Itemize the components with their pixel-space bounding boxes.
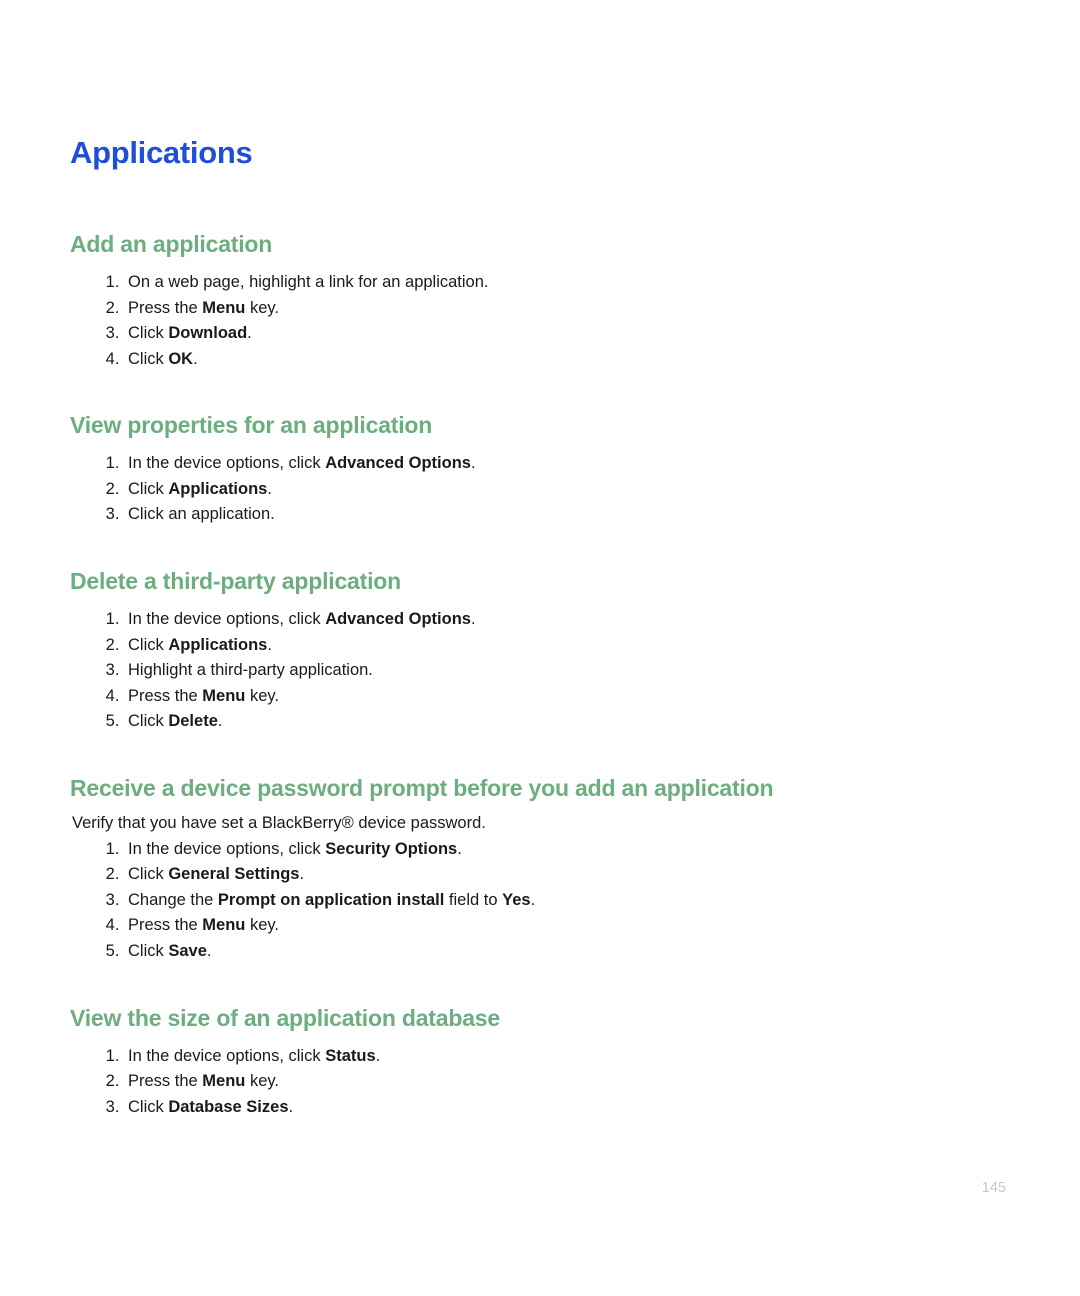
bold-text: Delete [168,712,218,730]
bold-text: Save [168,942,207,960]
bold-text: General Settings [168,865,299,883]
section-heading: View the size of an application database [70,1005,1010,1032]
step-item: Click General Settings. [124,862,1010,888]
section-heading: Add an application [70,231,1010,258]
section-heading: View properties for an application [70,412,1010,439]
bold-text: Applications [168,480,267,498]
step-item: In the device options, click Advanced Op… [124,451,1010,477]
steps-list: In the device options, click Security Op… [70,837,1010,965]
bold-text: Menu [202,299,245,317]
bold-text: Menu [202,916,245,934]
section-heading: Delete a third-party application [70,568,1010,595]
section-note: Verify that you have set a BlackBerry® d… [72,814,1010,833]
bold-text: Advanced Options [325,610,471,628]
steps-list: On a web page, highlight a link for an a… [70,270,1010,372]
page-number: 145 [982,1180,1006,1196]
bold-text: Menu [202,687,245,705]
bold-text: Menu [202,1072,245,1090]
step-item: In the device options, click Security Op… [124,837,1010,863]
bold-text: Database Sizes [168,1098,288,1116]
page-title: Applications [70,135,1010,171]
step-item: In the device options, click Advanced Op… [124,607,1010,633]
step-item: Change the Prompt on application install… [124,888,1010,914]
step-item: Click Delete. [124,709,1010,735]
step-item: Press the Menu key. [124,684,1010,710]
bold-text: Yes [502,891,530,909]
step-item: Press the Menu key. [124,913,1010,939]
step-item: Press the Menu key. [124,296,1010,322]
bold-text: Advanced Options [325,454,471,472]
step-item: Click Database Sizes. [124,1095,1010,1121]
step-item: Highlight a third-party application. [124,658,1010,684]
step-item: Press the Menu key. [124,1069,1010,1095]
bold-text: Security Options [325,840,457,858]
section-heading: Receive a device password prompt before … [70,775,1010,802]
step-item: Click Save. [124,939,1010,965]
step-item: Click Download. [124,321,1010,347]
document-page: Applications Add an application On a web … [0,0,1080,1296]
step-item: In the device options, click Status. [124,1044,1010,1070]
steps-list: In the device options, click Advanced Op… [70,607,1010,735]
bold-text: Status [325,1047,375,1065]
step-item: On a web page, highlight a link for an a… [124,270,1010,296]
step-item: Click Applications. [124,477,1010,503]
step-item: Click an application. [124,502,1010,528]
bold-text: Prompt on application install [218,891,444,909]
step-item: Click Applications. [124,633,1010,659]
steps-list: In the device options, click Advanced Op… [70,451,1010,528]
bold-text: OK [168,350,193,368]
bold-text: Download [168,324,247,342]
sections-container: Add an application On a web page, highlig… [70,231,1010,1120]
steps-list: In the device options, click Status.Pres… [70,1044,1010,1121]
bold-text: Applications [168,636,267,654]
step-item: Click OK. [124,347,1010,373]
